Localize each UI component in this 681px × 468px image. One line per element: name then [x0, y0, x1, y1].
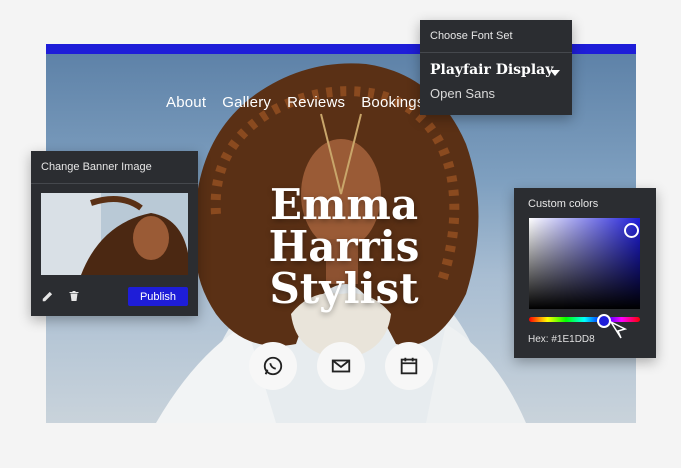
banner-panel-title: Change Banner Image — [31, 151, 198, 184]
color-picker-handle[interactable] — [624, 223, 639, 238]
whatsapp-button[interactable] — [249, 342, 297, 390]
hero-title-line-1: Emma — [269, 180, 419, 229]
whatsapp-icon — [263, 356, 283, 376]
font-panel-title: Choose Font Set — [420, 20, 572, 53]
mail-icon — [331, 359, 351, 373]
hero-title-line-3: Stylist — [269, 264, 419, 313]
custom-colors-panel: Custom colors Hex: #1E1DD8 — [514, 188, 656, 358]
color-picker-area[interactable] — [529, 218, 640, 309]
hero-title: Emma Harris Stylist — [214, 184, 474, 310]
nav-reviews[interactable]: Reviews — [287, 94, 345, 111]
publish-button[interactable]: Publish — [128, 287, 188, 306]
hex-value: Hex: #1E1DD8 — [528, 334, 595, 345]
hero-title-line-2: Harris — [268, 222, 420, 271]
calendar-icon — [400, 357, 418, 375]
nav-bookings[interactable]: Bookings — [361, 94, 424, 111]
nav-gallery[interactable]: Gallery — [222, 94, 271, 111]
cursor-icon — [609, 320, 627, 339]
nav-about[interactable]: About — [166, 94, 206, 111]
site-nav: About Gallery Reviews Bookings — [166, 94, 425, 111]
calendar-button[interactable] — [385, 342, 433, 390]
mail-button[interactable] — [317, 342, 365, 390]
font-option-secondary[interactable]: Open Sans — [430, 86, 495, 101]
pencil-icon[interactable] — [39, 287, 57, 305]
banner-image-panel: Change Banner Image Publish — [31, 151, 198, 316]
trash-icon[interactable] — [65, 287, 83, 305]
banner-thumbnail[interactable] — [41, 193, 188, 275]
font-set-panel: Choose Font Set Playfair Display Open Sa… — [420, 20, 572, 115]
font-select-primary[interactable]: Playfair Display — [430, 62, 553, 78]
color-panel-title: Custom colors — [528, 198, 599, 210]
chevron-down-icon[interactable] — [550, 70, 560, 76]
